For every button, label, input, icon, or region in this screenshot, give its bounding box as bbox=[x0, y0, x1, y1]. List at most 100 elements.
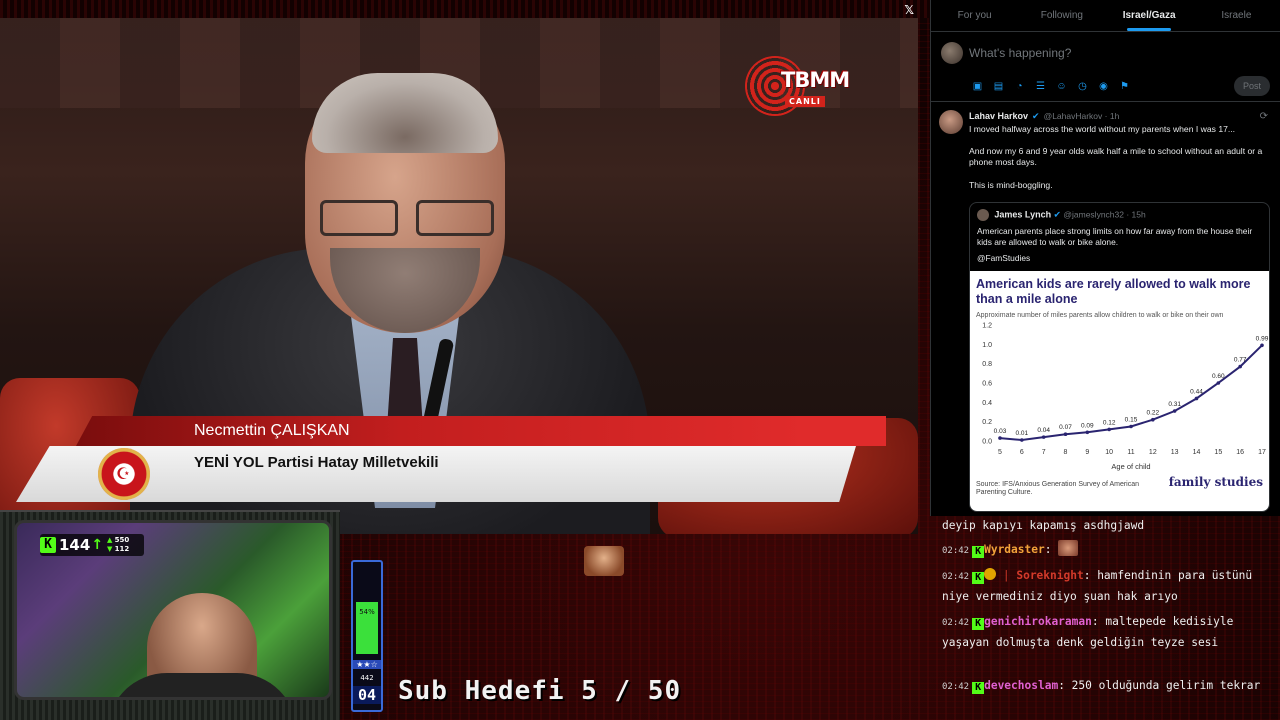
data-point bbox=[1151, 417, 1155, 422]
colon: : bbox=[1083, 569, 1098, 582]
x-tick-label: 6 bbox=[1020, 449, 1024, 456]
tab-israel-gaza[interactable]: Israel/Gaza bbox=[1106, 0, 1193, 31]
x-logo-icon[interactable]: 𝕏 bbox=[904, 3, 914, 17]
data-label: 0.31 bbox=[1168, 401, 1181, 408]
data-point bbox=[1085, 430, 1090, 434]
stat-icon: ▲ bbox=[107, 536, 113, 544]
data-point bbox=[1129, 424, 1133, 429]
chat-time: 02:42 bbox=[942, 546, 970, 556]
data-label: 0.03 bbox=[994, 428, 1007, 435]
data-label: 0.12 bbox=[1103, 419, 1116, 426]
tab-following[interactable]: Following bbox=[1018, 0, 1105, 31]
chat-panel: deyip kapıyı kapamış asdhgjawd 02:42 K Wyr… bbox=[938, 516, 1280, 720]
chat-time: 02:42 bbox=[942, 618, 970, 628]
gauge-stars: ★★☆ bbox=[353, 660, 381, 669]
chat-message: 02:42 K | Soreknight: hamfendinin para üs… bbox=[942, 566, 1276, 607]
y-tick-label: 0.6 bbox=[982, 380, 992, 387]
speaker-glasses bbox=[320, 200, 500, 240]
speaker-hair bbox=[312, 73, 498, 153]
timeline-tabs: For you Following Israel/Gaza Israele bbox=[931, 0, 1280, 32]
channel-logo-text: TBMM bbox=[781, 68, 850, 92]
tab-israele[interactable]: Israele bbox=[1193, 0, 1280, 31]
chat-username[interactable]: Wyrdaster bbox=[984, 543, 1045, 556]
data-label: 0.04 bbox=[1037, 427, 1050, 434]
channel-logo: TBMM CANLI bbox=[745, 56, 855, 116]
chat-message: 02:42 Kdevechoslam: 250 olduğunda gelirim… bbox=[942, 676, 1276, 697]
x-tick-label: 10 bbox=[1105, 449, 1113, 456]
lower-third: ☪ Necmettin ÇALIŞKAN YENİ YOL Partisi Ha… bbox=[16, 416, 886, 506]
chart-image[interactable]: American kids are rarely allowed to walk… bbox=[970, 270, 1269, 511]
data-label: 0.77 bbox=[1234, 356, 1247, 363]
tweet-avatar[interactable] bbox=[939, 110, 963, 134]
sub-badge-icon bbox=[984, 568, 997, 580]
y-tick-label: 1.2 bbox=[982, 322, 992, 329]
mini-stats: ▲ 550 ▼ 112 bbox=[107, 536, 129, 554]
y-tick-label: 0.0 bbox=[982, 438, 992, 445]
compose-input[interactable]: What's happening? bbox=[969, 46, 1071, 60]
tweet[interactable]: Lahav Harkov ✔ @LahavHarkov · 1h ⟳ I mov… bbox=[931, 102, 1280, 512]
quote-paragraph: American parents place strong limits on … bbox=[977, 225, 1253, 248]
star-crescent-icon: ☪ bbox=[116, 464, 131, 483]
data-point bbox=[1194, 396, 1199, 400]
gif-icon[interactable]: ▤ bbox=[992, 80, 1005, 93]
poll-icon[interactable]: ☰ bbox=[1034, 80, 1047, 93]
location-icon[interactable]: ◉ bbox=[1097, 80, 1110, 93]
family-studies-logo: family studies bbox=[1168, 474, 1263, 489]
data-point bbox=[1063, 432, 1068, 436]
stream-screen: 𝕏 TBMM CANLI ☪ Necmettin ÇALIŞKAN YENİ Y… bbox=[0, 0, 1280, 720]
schedule-icon[interactable]: ◷ bbox=[1076, 80, 1089, 93]
data-point bbox=[1041, 435, 1046, 439]
gauge-number: 04 bbox=[353, 686, 381, 704]
quote-handle-time: @jameslynch32 · 15h bbox=[1063, 208, 1146, 219]
verified-icon: ✔ bbox=[1053, 208, 1061, 219]
colon: : bbox=[1058, 679, 1072, 692]
verified-icon: ✔ bbox=[1032, 111, 1040, 122]
x-tick-label: 12 bbox=[1149, 449, 1157, 456]
kick-badge-icon: K bbox=[972, 546, 985, 558]
x-tick-label: 13 bbox=[1171, 449, 1179, 456]
y-tick-label: 0.4 bbox=[982, 400, 992, 407]
x-tick-label: 7 bbox=[1042, 449, 1046, 456]
tweet-paragraph: I moved halfway across the world without… bbox=[969, 124, 1236, 134]
streamer-shirt bbox=[107, 673, 297, 697]
post-button[interactable]: Post bbox=[1234, 76, 1270, 96]
data-label: 0.01 bbox=[1016, 430, 1029, 437]
x-tick-label: 15 bbox=[1214, 449, 1222, 456]
broadcast-video: TBMM CANLI ☪ Necmettin ÇALIŞKAN YENİ YOL… bbox=[0, 18, 918, 534]
chart-source: Source: IFS/Anxious Generation Survey of… bbox=[976, 480, 1140, 497]
top-strip: 𝕏 bbox=[0, 0, 930, 18]
line-chart: 0.0 0.2 0.4 0.6 0.8 1.0 1.2 5 6 7 8 9 10 11 12 13 14 15 16… bbox=[982, 322, 1269, 471]
user-avatar[interactable] bbox=[941, 42, 963, 64]
y-tick-label: 1.0 bbox=[982, 342, 992, 349]
tweet-header: Lahav Harkov ✔ @LahavHarkov · 1h bbox=[969, 110, 1270, 124]
chat-message: deyip kapıyı kapamış asdhgjawd bbox=[942, 516, 1276, 536]
chat-username[interactable]: Soreknight bbox=[1016, 569, 1083, 582]
compose-box: What's happening? ▣ ▤ ◔ ☰ ☺ ◷ ◉ ⚑ Post bbox=[931, 32, 1280, 102]
tweet-author-name[interactable]: Lahav Harkov bbox=[969, 111, 1028, 123]
chat-time: 02:42 bbox=[942, 682, 970, 692]
image-icon[interactable]: ▣ bbox=[971, 80, 984, 93]
x-axis-label: Age of child bbox=[1111, 462, 1150, 471]
colon: : bbox=[1091, 615, 1106, 628]
flag-icon[interactable]: ⚑ bbox=[1118, 80, 1131, 93]
gauge-percent: 54% bbox=[359, 608, 375, 616]
viewer-count: 144 bbox=[59, 536, 91, 554]
grok-icon[interactable]: ◔ bbox=[1013, 80, 1026, 93]
data-label: 0.99 bbox=[1256, 335, 1269, 342]
compose-toolbar: ▣ ▤ ◔ ☰ ☺ ◷ ◉ ⚑ bbox=[971, 80, 1131, 93]
quoted-tweet[interactable]: James Lynch ✔ @jameslynch32 · 15h Americ… bbox=[969, 201, 1270, 512]
more-options-icon[interactable]: ⟳ bbox=[1260, 110, 1268, 123]
data-point bbox=[1238, 364, 1242, 369]
chat-username[interactable]: devechoslam bbox=[984, 679, 1058, 692]
tab-for-you[interactable]: For you bbox=[931, 0, 1018, 31]
data-point bbox=[998, 436, 1002, 440]
chat-username[interactable]: genichirokaraman bbox=[984, 615, 1092, 628]
viewer-counter: K 144 ↑ ▲ 550 ▼ 112 bbox=[40, 534, 144, 556]
data-point bbox=[1216, 380, 1221, 385]
emoji-icon[interactable]: ☺ bbox=[1055, 80, 1068, 93]
quote-paragraph: @FamStudies bbox=[977, 253, 1031, 264]
stat-icon: ▼ bbox=[107, 545, 113, 553]
data-label: 0.09 bbox=[1081, 422, 1094, 429]
tweet-paragraph: And now my 6 and 9 year olds walk half a… bbox=[969, 146, 1263, 168]
live-badge: CANLI bbox=[785, 96, 825, 107]
